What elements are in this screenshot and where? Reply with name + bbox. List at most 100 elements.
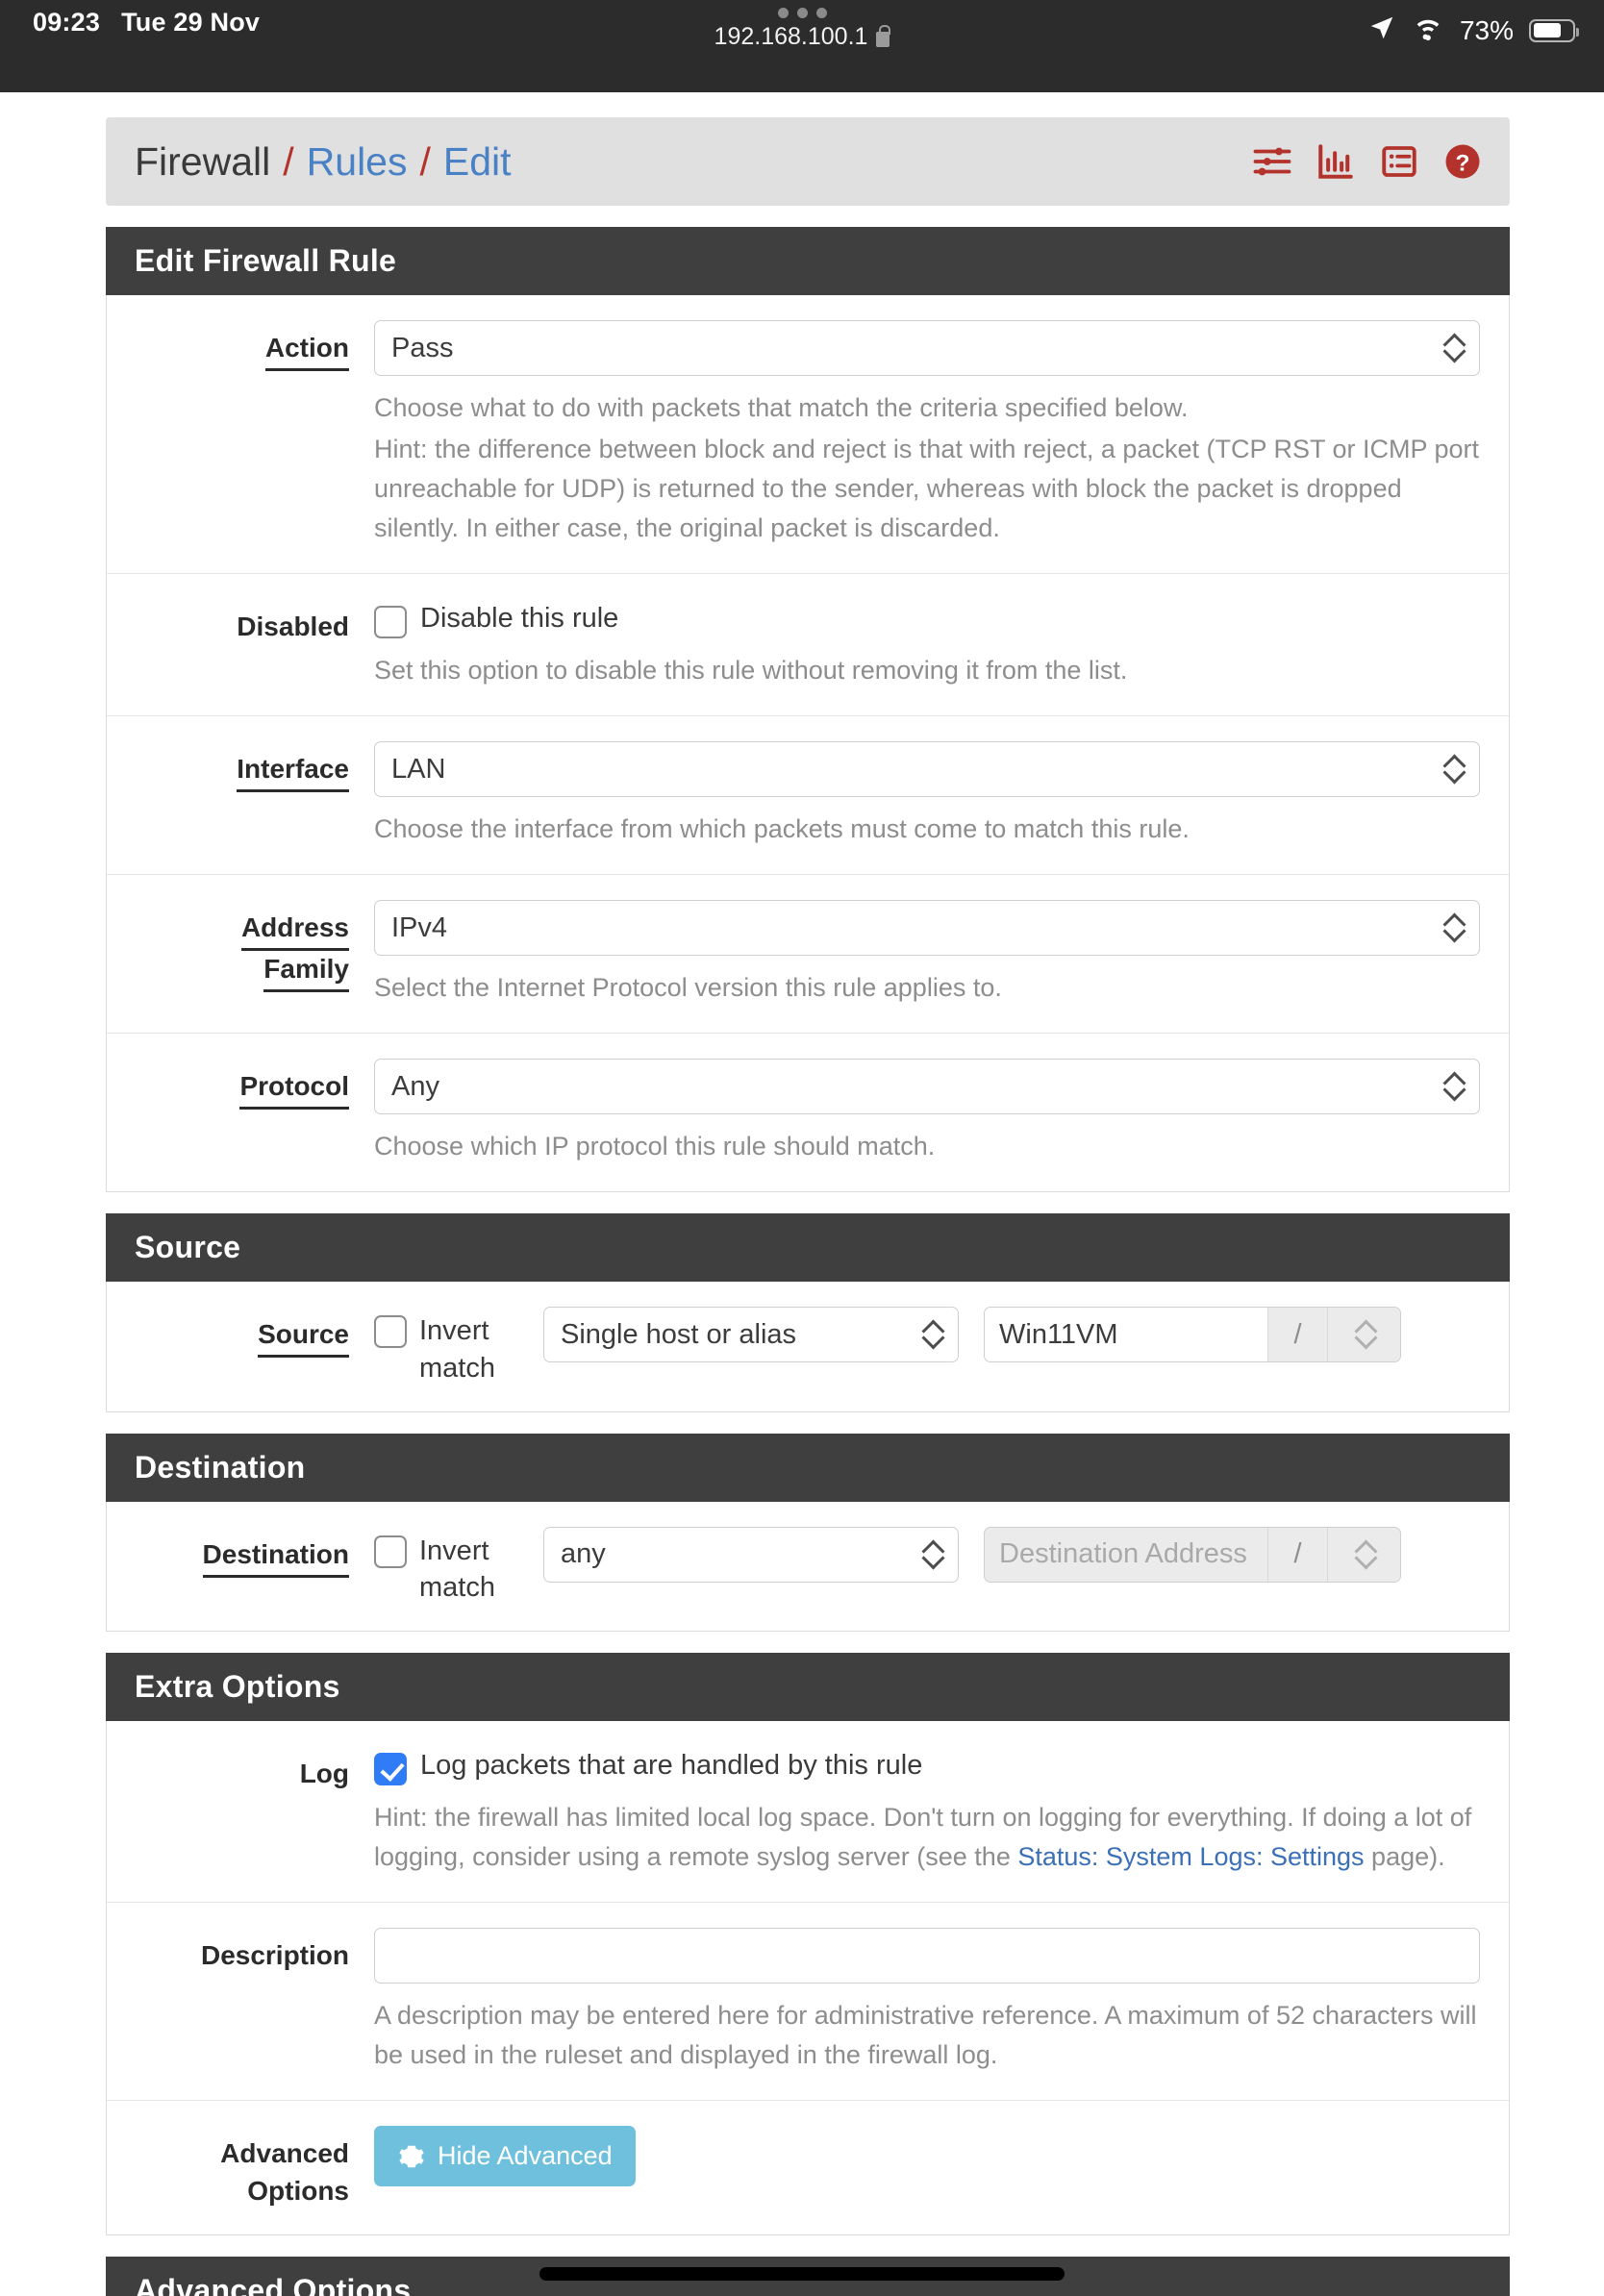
destination-invert-match-label: Invert match: [419, 1535, 495, 1604]
panel-source: Source Invert match Single host or alias: [106, 1282, 1510, 1412]
label-log: Log: [299, 1759, 349, 1789]
row-destination: Destination Invert match any Destination…: [107, 1502, 1509, 1632]
section-header-destination: Destination: [106, 1433, 1510, 1502]
row-log: Log Log packets that are handled by this…: [107, 1721, 1509, 1904]
description-hint: A description may be entered here for ad…: [374, 2001, 1477, 2070]
log-hint-after: page).: [1364, 1842, 1445, 1872]
source-invert-match-row[interactable]: Invert match: [374, 1307, 518, 1386]
chevron-updown-icon: [1446, 334, 1462, 362]
destination-invert-match-checkbox[interactable]: [374, 1535, 407, 1568]
source-slash-separator: /: [1267, 1308, 1327, 1362]
source-invert-match-label: Invert match: [419, 1315, 495, 1384]
destination-mask-select: [1327, 1527, 1400, 1582]
row-protocol: Protocol Any Choose which IP protocol th…: [107, 1034, 1509, 1191]
destination-type-select[interactable]: any: [543, 1526, 959, 1583]
breadcrumb-trail: Firewall / Rules / Edit: [135, 139, 512, 185]
action-hint-2: Hint: the difference between block and r…: [374, 435, 1480, 543]
source-address-group: /: [984, 1307, 1401, 1363]
source-type-select[interactable]: Single host or alias: [543, 1307, 959, 1363]
destination-slash-separator: /: [1267, 1527, 1327, 1582]
pfsense-page: Firewall / Rules / Edit ? Edit Firewall …: [0, 92, 1604, 2296]
address-family-select-value: IPv4: [391, 911, 448, 943]
label-destination: Destination: [107, 1527, 374, 1607]
panel-edit-firewall-rule: Action Pass Choose what to do with packe…: [106, 295, 1510, 1193]
hide-advanced-button[interactable]: Hide Advanced: [374, 2126, 636, 2187]
lock-icon: [876, 24, 891, 47]
section-header-edit-firewall-rule: Edit Firewall Rule: [106, 227, 1510, 295]
label-action: Action: [107, 320, 374, 548]
address-family-select[interactable]: IPv4: [374, 900, 1480, 957]
home-indicator: [539, 2267, 1065, 2281]
ios-status-bar: 09:23 Tue 29 Nov 192.168.100.1 73%: [0, 0, 1604, 92]
wifi-icon: [1412, 15, 1444, 45]
breadcrumb-separator-1: /: [283, 138, 294, 184]
action-select-value: Pass: [391, 332, 454, 363]
action-select[interactable]: Pass: [374, 320, 1480, 376]
destination-address-input[interactable]: [985, 1527, 1267, 1582]
label-protocol: Protocol: [107, 1059, 374, 1166]
disable-rule-checkbox-row[interactable]: Disable this rule: [374, 599, 1480, 639]
row-description: Description A description may be entered…: [107, 1903, 1509, 2102]
panel-extra-options: Log Log packets that are handled by this…: [106, 1721, 1510, 2235]
breadcrumb: Firewall / Rules / Edit ?: [106, 117, 1510, 206]
log-packets-checkbox[interactable]: [374, 1753, 407, 1786]
location-arrow-icon: [1367, 13, 1396, 47]
breadcrumb-rules-link[interactable]: Rules: [307, 139, 408, 185]
row-action: Action Pass Choose what to do with packe…: [107, 295, 1509, 575]
address-bar[interactable]: 192.168.100.1: [714, 23, 891, 51]
disabled-hint: Set this option to disable this rule wit…: [374, 656, 1128, 686]
log-list-icon[interactable]: [1379, 141, 1419, 182]
label-address-family: Address Family: [107, 900, 374, 1008]
interface-select-value: LAN: [391, 753, 446, 785]
tab-dots-icon: [777, 8, 827, 18]
label-description: Description: [200, 1940, 349, 1971]
chevron-updown-icon: [1446, 913, 1462, 942]
section-header-source: Source: [106, 1213, 1510, 1283]
description-input[interactable]: [374, 1928, 1480, 1984]
row-disabled: Disabled Disable this rule Set this opti…: [107, 574, 1509, 717]
hide-advanced-button-label: Hide Advanced: [438, 2141, 613, 2171]
sliders-icon[interactable]: [1252, 141, 1292, 182]
protocol-hint: Choose which IP protocol this rule shoul…: [374, 1132, 936, 1161]
breadcrumb-edit-link[interactable]: Edit: [443, 139, 512, 185]
section-header-extra-options: Extra Options: [106, 1653, 1510, 1722]
chevron-updown-icon: [1358, 1320, 1373, 1349]
gear-icon: [397, 2142, 426, 2171]
source-invert-match-checkbox[interactable]: [374, 1315, 407, 1349]
status-bar-right: 73%: [1367, 13, 1579, 47]
label-disabled: Disabled: [237, 611, 349, 642]
bar-chart-icon[interactable]: [1316, 141, 1356, 182]
chevron-updown-icon: [1446, 755, 1462, 784]
address-family-hint: Select the Internet Protocol version thi…: [374, 973, 1002, 1003]
action-hint-1: Choose what to do with packets that matc…: [374, 393, 1189, 422]
log-packets-checkbox-row[interactable]: Log packets that are handled by this rul…: [374, 1746, 1480, 1786]
battery-percent: 73%: [1459, 14, 1514, 45]
log-packets-label: Log packets that are handled by this rul…: [420, 1750, 923, 1782]
label-advanced-options: Advanced Options: [220, 2138, 349, 2206]
system-logs-settings-link[interactable]: Status: System Logs: Settings: [1017, 1842, 1364, 1871]
source-type-value: Single host or alias: [561, 1318, 797, 1350]
row-advanced-options: Advanced Options Hide Advanced: [107, 2101, 1509, 2234]
row-interface: Interface LAN Choose the interface from …: [107, 716, 1509, 876]
source-mask-select[interactable]: [1327, 1308, 1400, 1362]
destination-address-group: /: [984, 1526, 1401, 1583]
disable-rule-checkbox[interactable]: [374, 606, 407, 639]
row-source: Source Invert match Single host or alias: [107, 1282, 1509, 1411]
chevron-updown-icon: [925, 1320, 940, 1349]
breadcrumb-actions: ?: [1252, 141, 1483, 182]
disable-rule-label: Disable this rule: [420, 603, 619, 635]
destination-invert-match-row[interactable]: Invert match: [374, 1527, 518, 1607]
protocol-select[interactable]: Any: [374, 1059, 1480, 1115]
log-hint: Hint: the firewall has limited local log…: [374, 1798, 1480, 1877]
battery-icon: [1529, 18, 1579, 42]
source-address-input[interactable]: [985, 1308, 1267, 1362]
breadcrumb-firewall: Firewall: [135, 138, 271, 184]
interface-select[interactable]: LAN: [374, 741, 1480, 798]
interface-hint: Choose the interface from which packets …: [374, 814, 1190, 844]
panel-destination: Destination Invert match any Destination…: [106, 1501, 1510, 1633]
row-address-family: Address Family IPv4 Select the Internet …: [107, 875, 1509, 1035]
label-source: Source: [107, 1307, 374, 1386]
status-bar-center: 192.168.100.1: [0, 8, 1604, 51]
address-bar-url: 192.168.100.1: [714, 23, 868, 50]
help-circle-icon[interactable]: ?: [1442, 141, 1483, 182]
